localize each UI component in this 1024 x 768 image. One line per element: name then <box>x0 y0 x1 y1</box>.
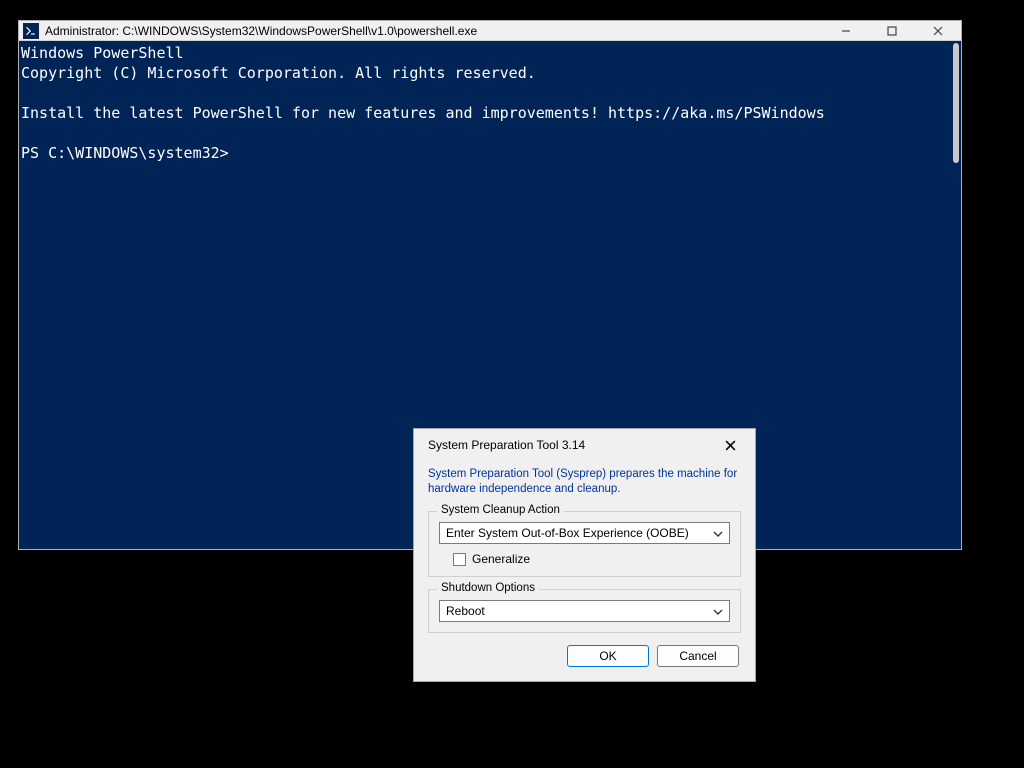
terminal-prompt: PS C:\WINDOWS\system32> <box>21 144 229 162</box>
scrollbar[interactable] <box>953 43 959 163</box>
generalize-checkbox[interactable] <box>453 553 466 566</box>
minimize-button[interactable] <box>823 21 869 41</box>
close-button[interactable] <box>915 21 961 41</box>
cleanup-legend: System Cleanup Action <box>437 504 564 516</box>
cancel-button-label: Cancel <box>679 649 716 663</box>
powershell-icon <box>23 23 39 39</box>
shutdown-option-value: Reboot <box>446 604 485 618</box>
shutdown-fieldset: Shutdown Options Reboot <box>428 589 741 633</box>
shutdown-legend: Shutdown Options <box>437 582 539 594</box>
ok-button-label: OK <box>599 649 616 663</box>
ok-button[interactable]: OK <box>567 645 649 667</box>
maximize-button[interactable] <box>869 21 915 41</box>
chevron-down-icon <box>713 526 723 540</box>
cleanup-action-value: Enter System Out-of-Box Experience (OOBE… <box>446 526 689 540</box>
powershell-title: Administrator: C:\WINDOWS\System32\Windo… <box>45 24 823 38</box>
cleanup-fieldset: System Cleanup Action Enter System Out-o… <box>428 511 741 577</box>
shutdown-option-select[interactable]: Reboot <box>439 600 730 622</box>
cancel-button[interactable]: Cancel <box>657 645 739 667</box>
sysprep-intro: System Preparation Tool (Sysprep) prepar… <box>428 467 741 497</box>
generalize-label: Generalize <box>472 552 530 566</box>
powershell-titlebar[interactable]: Administrator: C:\WINDOWS\System32\Windo… <box>19 21 961 41</box>
terminal-line: Copyright (C) Microsoft Corporation. All… <box>21 64 536 82</box>
close-button[interactable] <box>717 432 743 458</box>
sysprep-titlebar[interactable]: System Preparation Tool 3.14 <box>414 429 755 461</box>
chevron-down-icon <box>713 604 723 618</box>
sysprep-title: System Preparation Tool 3.14 <box>428 438 717 452</box>
cleanup-action-select[interactable]: Enter System Out-of-Box Experience (OOBE… <box>439 522 730 544</box>
sysprep-dialog: System Preparation Tool 3.14 System Prep… <box>413 428 756 682</box>
terminal-line: Install the latest PowerShell for new fe… <box>21 104 825 122</box>
terminal-line: Windows PowerShell <box>21 44 184 62</box>
